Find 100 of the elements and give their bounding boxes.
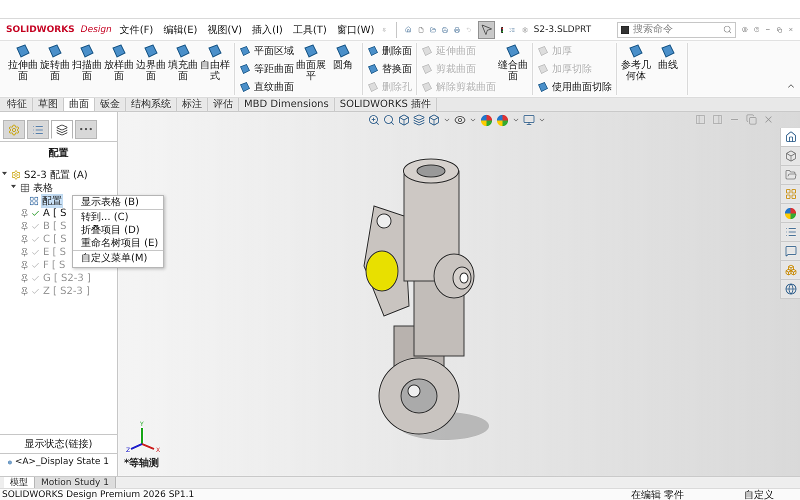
check-icon[interactable] — [31, 209, 40, 218]
ribbon-button[interactable]: 填充曲面 — [168, 43, 198, 82]
sheet-icon — [367, 63, 379, 75]
tree-item[interactable]: A [ S — [42, 208, 68, 219]
home-icon[interactable] — [784, 131, 796, 143]
menu-item[interactable]: 视图(V) — [205, 22, 244, 36]
units-dropdown[interactable]: 自定义 — [744, 488, 774, 500]
search-icon[interactable] — [723, 25, 732, 34]
zoom-icon[interactable] — [368, 114, 380, 126]
sheet-icon — [421, 63, 433, 75]
ribbon-tab[interactable]: MBD Dimensions — [239, 98, 335, 111]
cube-icon[interactable] — [784, 150, 796, 162]
ribbon-button[interactable]: 拉伸曲面 — [8, 43, 38, 82]
ribbon-tab[interactable]: 钣金 — [95, 98, 126, 111]
caret-icon[interactable] — [512, 116, 520, 124]
menu-item[interactable]: 编辑(E) — [161, 22, 200, 36]
check-icon[interactable] — [31, 222, 40, 231]
eye-icon[interactable] — [454, 114, 466, 126]
folder-icon[interactable] — [784, 169, 796, 181]
menu-item[interactable]: 插入(I) — [250, 22, 285, 36]
menu-item[interactable]: 折叠项目 (D) — [73, 225, 163, 238]
globe-icon[interactable] — [784, 283, 796, 295]
pin-icon[interactable] — [20, 261, 29, 270]
sheet-icon — [111, 43, 127, 59]
status-mode: 在编辑 零件 — [630, 488, 684, 500]
pin-icon[interactable] — [20, 222, 29, 231]
panel-tab[interactable]: ••• — [75, 120, 97, 139]
panel-tab[interactable] — [51, 120, 73, 139]
ribbon-tab[interactable]: 曲面 — [64, 98, 95, 111]
color-ball-icon[interactable] — [480, 114, 493, 126]
ribbon-button[interactable]: 直纹曲面 — [239, 79, 294, 95]
restore-icon[interactable] — [746, 114, 757, 125]
status-text: SOLIDWORKS Design Premium 2026 SP1.1 — [2, 490, 194, 500]
pin-icon[interactable] — [20, 287, 29, 296]
color-ball-icon[interactable] — [784, 206, 797, 220]
check-icon[interactable] — [31, 274, 40, 283]
ribbon-button[interactable]: 曲面展平 — [296, 43, 326, 82]
caret-icon[interactable] — [538, 116, 546, 124]
ribbon-button[interactable]: 等距曲面 — [239, 61, 294, 77]
caret-icon[interactable] — [469, 116, 477, 124]
check-icon[interactable] — [31, 287, 40, 296]
layers-icon[interactable] — [56, 124, 68, 136]
ribbon-button[interactable]: 删除面 — [367, 43, 412, 59]
sheet-icon — [47, 43, 63, 59]
ribbon-button[interactable]: 圆角 — [328, 43, 358, 71]
expand-toggle-icon[interactable] — [11, 184, 16, 189]
tree-item[interactable]: 表格 — [32, 180, 54, 194]
bottom-tab[interactable]: Motion Study 1 — [35, 477, 116, 488]
ribbon-button[interactable]: 替换面 — [367, 61, 412, 77]
ribbon-button[interactable]: 旋转曲面 — [40, 43, 70, 82]
ribbon-button[interactable]: 参考几何体 — [621, 43, 651, 82]
display-state-item[interactable]: <A>_Display State 1 — [14, 457, 109, 467]
cube-icon[interactable] — [428, 114, 440, 126]
menu-item[interactable]: 窗口(W) — [334, 22, 376, 36]
menu-item[interactable]: 文件(F) — [118, 22, 156, 36]
caret-icon[interactable] — [443, 116, 451, 124]
tree-item[interactable]: S2-3 配置 (A) — [23, 168, 89, 182]
ribbon-button[interactable]: 平面区域 — [239, 43, 294, 59]
ribbon-tab[interactable]: 标注 — [177, 98, 208, 111]
sheet-icon — [303, 43, 319, 59]
close-icon[interactable] — [763, 114, 774, 125]
grid-icon[interactable] — [784, 188, 796, 200]
ribbon-button[interactable]: 自由样式 — [200, 43, 230, 82]
bottom-tab[interactable]: 模型 — [4, 477, 35, 488]
chat-icon[interactable] — [784, 245, 796, 257]
pin-icon[interactable] — [20, 209, 29, 218]
search-icon[interactable] — [383, 114, 395, 126]
sheet-icon — [239, 81, 251, 93]
grid-icon[interactable] — [29, 196, 39, 206]
tree-item[interactable]: 配置 — [41, 194, 63, 208]
menu-item[interactable]: 自定义菜单(M) — [73, 253, 163, 266]
pin-icon[interactable] — [20, 248, 29, 257]
check-icon[interactable] — [31, 248, 40, 257]
pin-icon[interactable] — [20, 274, 29, 283]
monitor-icon[interactable] — [523, 114, 535, 126]
color-ball-icon[interactable] — [496, 114, 509, 126]
cube-icon[interactable] — [398, 114, 410, 126]
menu-item[interactable]: 工具(T) — [290, 22, 329, 36]
ribbon-button[interactable]: 使用曲面切除 — [537, 79, 612, 95]
ribbon-tab[interactable]: SOLIDWORKS 插件 — [334, 98, 437, 111]
ribbon-button[interactable]: 放样曲面 — [104, 43, 134, 82]
table-icon[interactable] — [20, 182, 30, 192]
ribbon-tab[interactable]: 评估 — [208, 98, 239, 111]
menu-item[interactable]: 转到... (C) — [73, 212, 163, 225]
boxes-icon[interactable] — [784, 264, 796, 276]
expand-toggle-icon[interactable] — [2, 171, 7, 176]
layers-icon[interactable] — [413, 114, 425, 126]
ribbon-tab[interactable]: 结构系统 — [126, 98, 177, 111]
pin-icon[interactable] — [20, 235, 29, 244]
check-icon[interactable] — [31, 235, 40, 244]
ribbon-button[interactable]: 缝合曲面 — [498, 43, 528, 82]
ribbon-button[interactable]: 扫描曲面 — [72, 43, 102, 82]
menu-item[interactable]: 重命名树项目 (E) — [73, 238, 163, 251]
ribbon-tab[interactable]: 特征 — [2, 98, 33, 111]
sheet-icon — [239, 45, 251, 57]
ribbon-button[interactable]: 曲线 — [653, 43, 683, 71]
search-field[interactable]: 搜索命令 — [617, 22, 736, 38]
menu-item[interactable]: 显示表格 (B) — [73, 197, 163, 210]
ribbon-button[interactable]: 边界曲面 — [136, 43, 166, 82]
check-icon[interactable] — [31, 261, 40, 270]
